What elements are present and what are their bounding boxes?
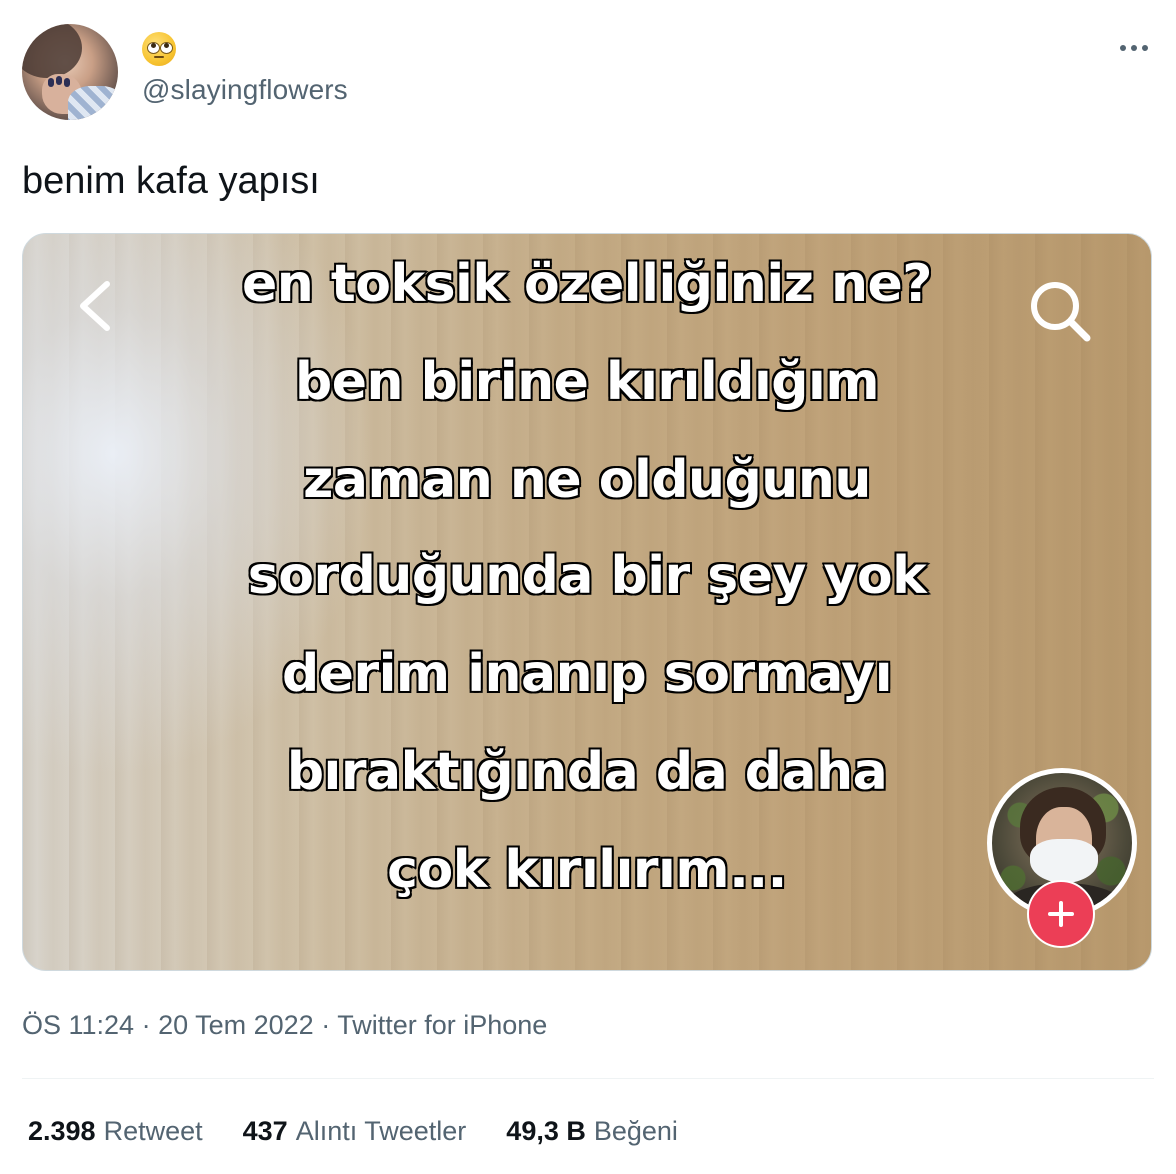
media-caption-line: en toksik özelliğiniz ne? — [241, 253, 934, 316]
media-caption-line: bıraktığında da daha — [285, 741, 889, 804]
retweets-label: Retweet — [103, 1116, 203, 1146]
media-caption-line: zaman ne olduğunu — [302, 449, 873, 512]
tweet-source[interactable]: Twitter for iPhone — [337, 1010, 547, 1040]
quote-tweets-label: Alıntı Tweetler — [295, 1116, 467, 1146]
likes-stat[interactable]: 49,3 B Beğeni — [506, 1116, 678, 1147]
tweet-media-image[interactable]: en toksik özelliğiniz ne? ben birine kır… — [22, 233, 1152, 971]
more-options-button[interactable] — [1112, 26, 1156, 70]
tweet-text: benim kafa yapısı — [22, 160, 320, 202]
tweet-meta: ÖS 11:24 · 20 Tem 2022 · Twitter for iPh… — [22, 1010, 547, 1041]
face-with-rolling-eyes-icon — [142, 32, 176, 66]
plus-icon — [1048, 901, 1074, 927]
more-dot-icon — [1142, 45, 1148, 51]
quote-tweets-count: 437 — [242, 1116, 288, 1146]
divider — [22, 1078, 1154, 1079]
more-dot-icon — [1131, 45, 1137, 51]
author-handle[interactable]: @slayingflowers — [142, 74, 348, 106]
likes-count: 49,3 B — [506, 1116, 586, 1146]
quote-tweets-stat[interactable]: 437 Alıntı Tweetler — [243, 1116, 467, 1147]
likes-label: Beğeni — [593, 1116, 678, 1146]
tweet-detail: @slayingflowers benim kafa yapısı en tok… — [0, 0, 1176, 1174]
follow-plus-button — [1027, 880, 1095, 948]
meta-separator: · — [134, 1010, 159, 1040]
retweets-count: 2.398 — [28, 1116, 96, 1146]
media-caption-line: derim inanıp sormayı — [280, 643, 894, 706]
media-caption-line: ben birine kırıldığım — [294, 351, 882, 414]
meta-separator: · — [313, 1010, 338, 1040]
more-dot-icon — [1120, 45, 1126, 51]
media-caption-line: sorduğunda bir şey yok — [246, 545, 928, 608]
tweet-date[interactable]: 20 Tem 2022 — [158, 1010, 314, 1040]
media-caption-line: çok kırılırım... — [386, 839, 789, 902]
tweet-stats: 2.398 Retweet 437 Alıntı Tweetler 49,3 B Be… — [28, 1116, 678, 1147]
tweet-time[interactable]: ÖS 11:24 — [22, 1010, 134, 1040]
author-avatar[interactable] — [22, 24, 118, 120]
retweets-stat[interactable]: 2.398 Retweet — [28, 1116, 203, 1147]
